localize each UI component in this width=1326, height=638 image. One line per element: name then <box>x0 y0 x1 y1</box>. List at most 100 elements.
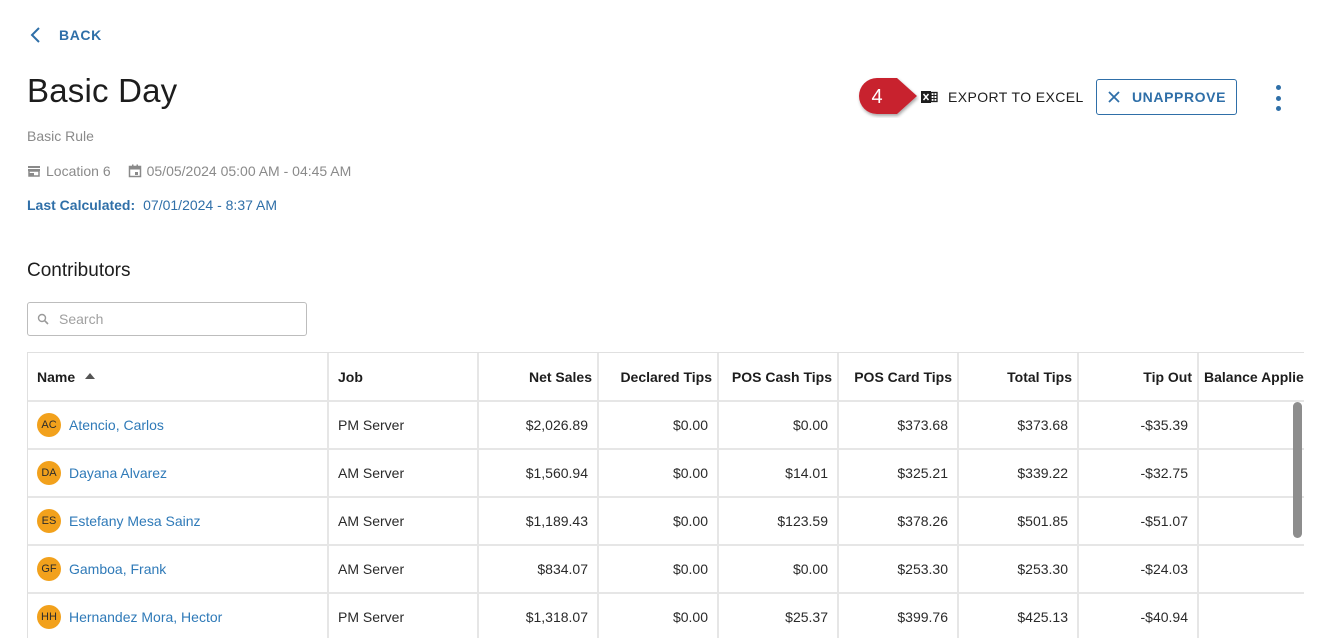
declared-tips-cell: $0.00 <box>598 593 719 638</box>
back-link[interactable]: BACK <box>27 26 102 44</box>
total-tips-cell: $373.68 <box>958 401 1079 450</box>
pos-cash-tips-cell: $123.59 <box>718 497 839 546</box>
total-tips-cell: $425.13 <box>958 593 1079 638</box>
location-text: Location 6 <box>46 163 111 179</box>
employee-name-link[interactable]: Hernandez Mora, Hector <box>69 609 222 625</box>
declared-tips-cell: $0.00 <box>598 545 719 594</box>
pos-card-tips-cell: $325.21 <box>838 449 959 498</box>
table-scrollbar[interactable] <box>1293 402 1302 538</box>
search-icon <box>37 313 49 325</box>
net-sales-cell: $834.07 <box>478 545 599 594</box>
net-sales-cell: $2,026.89 <box>478 401 599 450</box>
job-cell: PM Server <box>328 593 479 638</box>
net-sales-cell: $1,318.07 <box>478 593 599 638</box>
employee-name-cell: HH Hernandez Mora, Hector <box>28 593 329 638</box>
table-row: ES Estefany Mesa Sainz AM Server $1,189.43 $… <box>28 497 1304 546</box>
net-sales-cell: $1,560.94 <box>478 449 599 498</box>
employee-name-link[interactable]: Dayana Alvarez <box>69 465 167 481</box>
table-header-row: Name Job Net Sales Declared Tips POS Cas… <box>28 353 1304 402</box>
store-icon <box>28 166 40 177</box>
avatar: GF <box>37 557 61 581</box>
avatar: DA <box>37 461 61 485</box>
pos-card-tips-cell: $378.26 <box>838 497 959 546</box>
balance-applied-cell <box>1198 449 1304 498</box>
back-label: BACK <box>59 27 102 43</box>
search-field[interactable] <box>27 302 307 336</box>
pos-cash-tips-cell: $14.01 <box>718 449 839 498</box>
total-tips-cell: $253.30 <box>958 545 1079 594</box>
last-calculated-label: Last Calculated: <box>27 197 136 213</box>
date-range-info: 05/05/2024 05:00 AM - 04:45 AM <box>128 163 352 179</box>
more-vertical-icon[interactable] <box>1268 84 1288 112</box>
export-label: EXPORT TO EXCEL <box>948 89 1084 105</box>
table-row: HH Hernandez Mora, Hector PM Server $1,318.… <box>28 593 1304 638</box>
sort-ascending-icon <box>85 372 96 379</box>
tip-out-cell: -$24.03 <box>1078 545 1199 594</box>
avatar: ES <box>37 509 61 533</box>
rule-subtitle: Basic Rule <box>27 128 94 144</box>
tip-out-cell: -$35.39 <box>1078 401 1199 450</box>
column-header-tip-out[interactable]: Tip Out <box>1078 353 1199 402</box>
declared-tips-cell: $0.00 <box>598 497 719 546</box>
column-header-job[interactable]: Job <box>328 353 479 402</box>
employee-name-cell: DA Dayana Alvarez <box>28 449 329 498</box>
step-badge: 4 <box>853 76 919 118</box>
declared-tips-cell: $0.00 <box>598 449 719 498</box>
last-calculated: Last Calculated: 07/01/2024 - 8:37 AM <box>27 197 277 213</box>
column-header-pos-card-tips[interactable]: POS Card Tips <box>838 353 959 402</box>
tip-out-cell: -$32.75 <box>1078 449 1199 498</box>
table-row: DA Dayana Alvarez AM Server $1,560.94 $0.00 $… <box>28 449 1304 498</box>
pos-card-tips-cell: $253.30 <box>838 545 959 594</box>
employee-name-cell: GF Gamboa, Frank <box>28 545 329 594</box>
pos-card-tips-cell: $373.68 <box>838 401 959 450</box>
tip-out-cell: -$51.07 <box>1078 497 1199 546</box>
balance-applied-cell <box>1198 545 1304 594</box>
job-cell: AM Server <box>328 449 479 498</box>
declared-tips-cell: $0.00 <box>598 401 719 450</box>
employee-name-link[interactable]: Estefany Mesa Sainz <box>69 513 201 529</box>
unapprove-label: UNAPPROVE <box>1131 89 1227 105</box>
balance-applied-cell <box>1198 401 1304 450</box>
column-header-name[interactable]: Name <box>28 353 329 402</box>
column-header-net-sales[interactable]: Net Sales <box>478 353 599 402</box>
close-icon <box>1108 91 1120 103</box>
column-header-balance-applied[interactable]: Balance Applied <box>1198 353 1304 402</box>
pos-cash-tips-cell: $25.37 <box>718 593 839 638</box>
date-range-text: 05/05/2024 05:00 AM - 04:45 AM <box>146 163 352 179</box>
balance-applied-cell <box>1198 593 1304 638</box>
contributors-table: Name Job Net Sales Declared Tips POS Cas… <box>27 352 1304 638</box>
chevron-left-icon <box>30 27 40 43</box>
location-info: Location 6 <box>27 163 111 179</box>
avatar: AC <box>37 413 61 437</box>
meta-info: Location 6 05/05/2024 05:00 AM - 04:45 A… <box>27 163 368 179</box>
unapprove-button[interactable]: UNAPPROVE <box>1096 79 1237 115</box>
balance-applied-cell <box>1198 497 1304 546</box>
avatar: HH <box>37 605 61 629</box>
employee-name-cell: AC Atencio, Carlos <box>28 401 329 450</box>
search-input[interactable] <box>59 311 299 327</box>
pos-card-tips-cell: $399.76 <box>838 593 959 638</box>
employee-name-link[interactable]: Atencio, Carlos <box>69 417 164 433</box>
last-calculated-value: 07/01/2024 - 8:37 AM <box>143 197 278 213</box>
pos-cash-tips-cell: $0.00 <box>718 545 839 594</box>
job-cell: AM Server <box>328 545 479 594</box>
employee-name-cell: ES Estefany Mesa Sainz <box>28 497 329 546</box>
table-row: GF Gamboa, Frank AM Server $834.07 $0.00 $0.0… <box>28 545 1304 594</box>
table-row: AC Atencio, Carlos PM Server $2,026.89 $0.00… <box>28 401 1304 450</box>
column-header-total-tips[interactable]: Total Tips <box>958 353 1079 402</box>
pos-cash-tips-cell: $0.00 <box>718 401 839 450</box>
column-header-pos-cash-tips[interactable]: POS Cash Tips <box>718 353 839 402</box>
column-header-declared-tips[interactable]: Declared Tips <box>598 353 719 402</box>
step-badge-number: 4 <box>871 86 883 108</box>
total-tips-cell: $501.85 <box>958 497 1079 546</box>
page-title: Basic Day <box>27 72 178 109</box>
export-to-excel-button[interactable]: EXPORT TO EXCEL <box>920 80 1084 114</box>
employee-name-link[interactable]: Gamboa, Frank <box>69 561 166 577</box>
contributors-title: Contributors <box>27 260 131 281</box>
tip-out-cell: -$40.94 <box>1078 593 1199 638</box>
job-cell: PM Server <box>328 401 479 450</box>
net-sales-cell: $1,189.43 <box>478 497 599 546</box>
calendar-icon <box>128 164 141 178</box>
total-tips-cell: $339.22 <box>958 449 1079 498</box>
excel-icon <box>921 91 938 103</box>
